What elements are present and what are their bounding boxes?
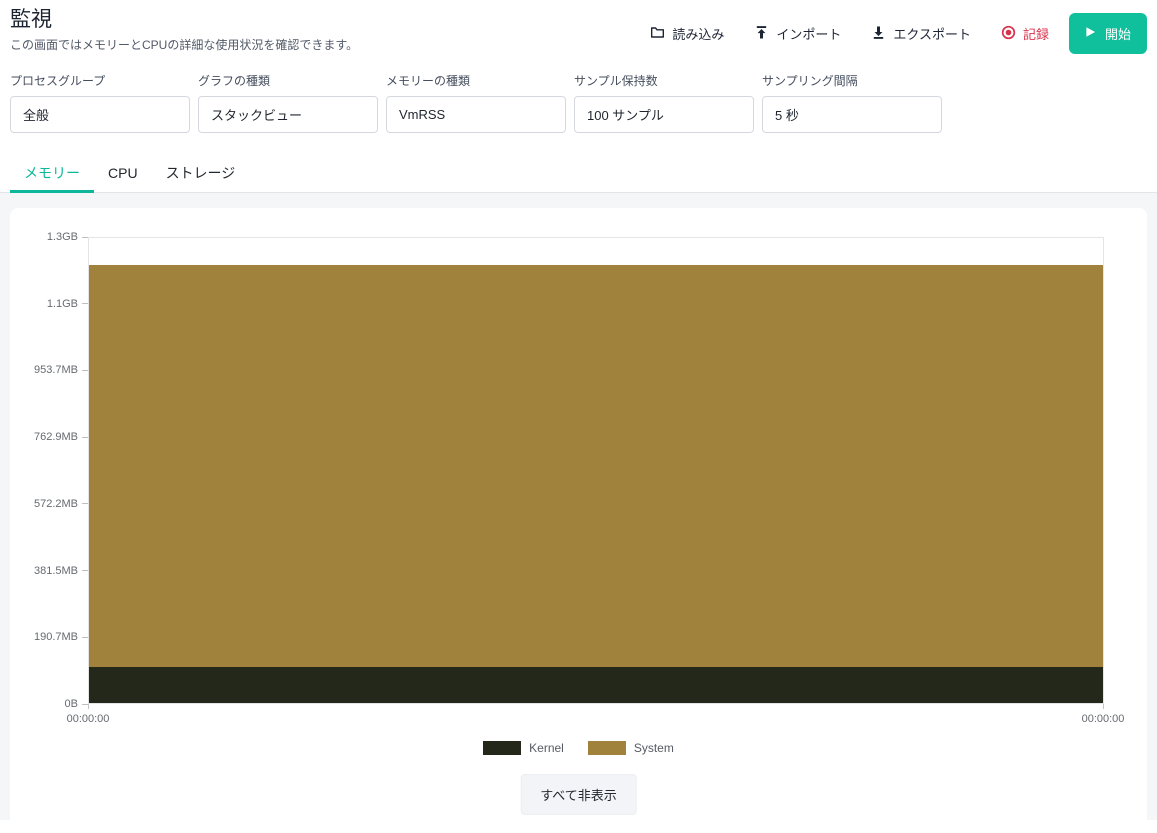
process-group-select[interactable]: 全般: [10, 96, 190, 133]
filter-graph-type-label: グラフの種類: [198, 74, 271, 88]
page-title: 監視: [10, 8, 52, 31]
x-axis-tick-mark: [1103, 704, 1104, 709]
header-toolbar: 読み込み インポート エクスポート 記録 開始: [640, 13, 1147, 54]
filter-sample-retention: サンプル保持数 100 サンプル: [574, 72, 754, 133]
filter-sample-retention-label: サンプル保持数: [574, 74, 658, 88]
y-axis-tick: 1.1GB: [10, 298, 88, 310]
import-button-label: インポート: [776, 27, 842, 42]
filter-memory-type: メモリーの種類 VmRSS: [386, 72, 566, 133]
y-axis-tick: 1.3GB: [10, 231, 88, 243]
y-axis-tick: 381.5MB: [10, 565, 88, 577]
filter-process-group-label: プロセスグループ: [10, 74, 106, 88]
load-button[interactable]: 読み込み: [640, 16, 734, 51]
sampling-interval-select[interactable]: 5 秒: [762, 96, 942, 133]
load-button-label: 読み込み: [672, 27, 725, 42]
y-axis-tick: 190.7MB: [10, 631, 88, 643]
record-button[interactable]: 記録: [991, 16, 1059, 51]
hide-all-button[interactable]: すべて非表示: [520, 774, 637, 815]
upload-icon: [754, 25, 769, 43]
start-button[interactable]: 開始: [1068, 13, 1147, 54]
folder-icon: [650, 25, 665, 43]
page-subtitle: この画面ではメモリーとCPUの詳細な使用状況を確認できます。: [10, 38, 359, 53]
x-axis-label-left: 00:00:00: [66, 713, 110, 725]
record-button-label: 記録: [1022, 27, 1049, 42]
tab-cpu[interactable]: CPU: [94, 155, 152, 193]
plot-area: [88, 237, 1104, 704]
legend-item-label: Kernel: [529, 741, 564, 755]
import-button[interactable]: インポート: [744, 16, 851, 51]
filter-memory-type-label: メモリーの種類: [386, 74, 471, 88]
play-icon: [1085, 26, 1096, 41]
x-axis-label-right: 00:00:00: [1081, 713, 1125, 725]
y-axis-tick: 0B: [10, 698, 88, 710]
download-icon: [871, 25, 886, 43]
export-button[interactable]: エクスポート: [861, 16, 981, 51]
record-icon: [1001, 25, 1016, 43]
tab-bar: メモリー CPU ストレージ: [0, 155, 1157, 193]
legend-item-kernel[interactable]: Kernel: [483, 741, 564, 755]
page-content: 1.3GB 1.1GB 953.7MB 762.9MB 572.2MB 381.…: [0, 193, 1157, 833]
chart-legend: Kernel System: [10, 741, 1147, 755]
legend-item-label: System: [633, 741, 674, 755]
y-axis-tick: 572.2MB: [10, 498, 88, 510]
tab-storage[interactable]: ストレージ: [152, 155, 250, 193]
graph-type-select[interactable]: スタックビュー: [198, 96, 378, 133]
area-system[interactable]: [89, 265, 1103, 667]
system-swatch: [587, 741, 626, 755]
page-header: 監視 この画面ではメモリーとCPUの詳細な使用状況を確認できます。: [10, 6, 358, 53]
filter-row: プロセスグループ 全般 グラフの種類 スタックビュー メモリーの種類 VmRSS…: [10, 72, 942, 133]
area-kernel[interactable]: [89, 667, 1103, 703]
chart-card: 1.3GB 1.1GB 953.7MB 762.9MB 572.2MB 381.…: [10, 208, 1147, 833]
y-axis-tick: 762.9MB: [10, 431, 88, 443]
filter-sampling-interval: サンプリング間隔 5 秒: [762, 72, 942, 133]
filter-graph-type: グラフの種類 スタックビュー: [198, 72, 378, 133]
kernel-swatch: [483, 741, 522, 755]
tab-memory[interactable]: メモリー: [10, 155, 94, 193]
filter-sampling-interval-label: サンプリング間隔: [762, 74, 858, 88]
export-button-label: エクスポート: [893, 27, 971, 42]
x-axis-tick-mark: [88, 704, 89, 709]
memory-type-select[interactable]: VmRSS: [386, 96, 566, 133]
sample-retention-select[interactable]: 100 サンプル: [574, 96, 754, 133]
start-button-label: 開始: [1104, 27, 1131, 42]
legend-item-system[interactable]: System: [587, 741, 674, 755]
y-axis-tick: 953.7MB: [10, 364, 88, 376]
filter-process-group: プロセスグループ 全般: [10, 72, 190, 133]
